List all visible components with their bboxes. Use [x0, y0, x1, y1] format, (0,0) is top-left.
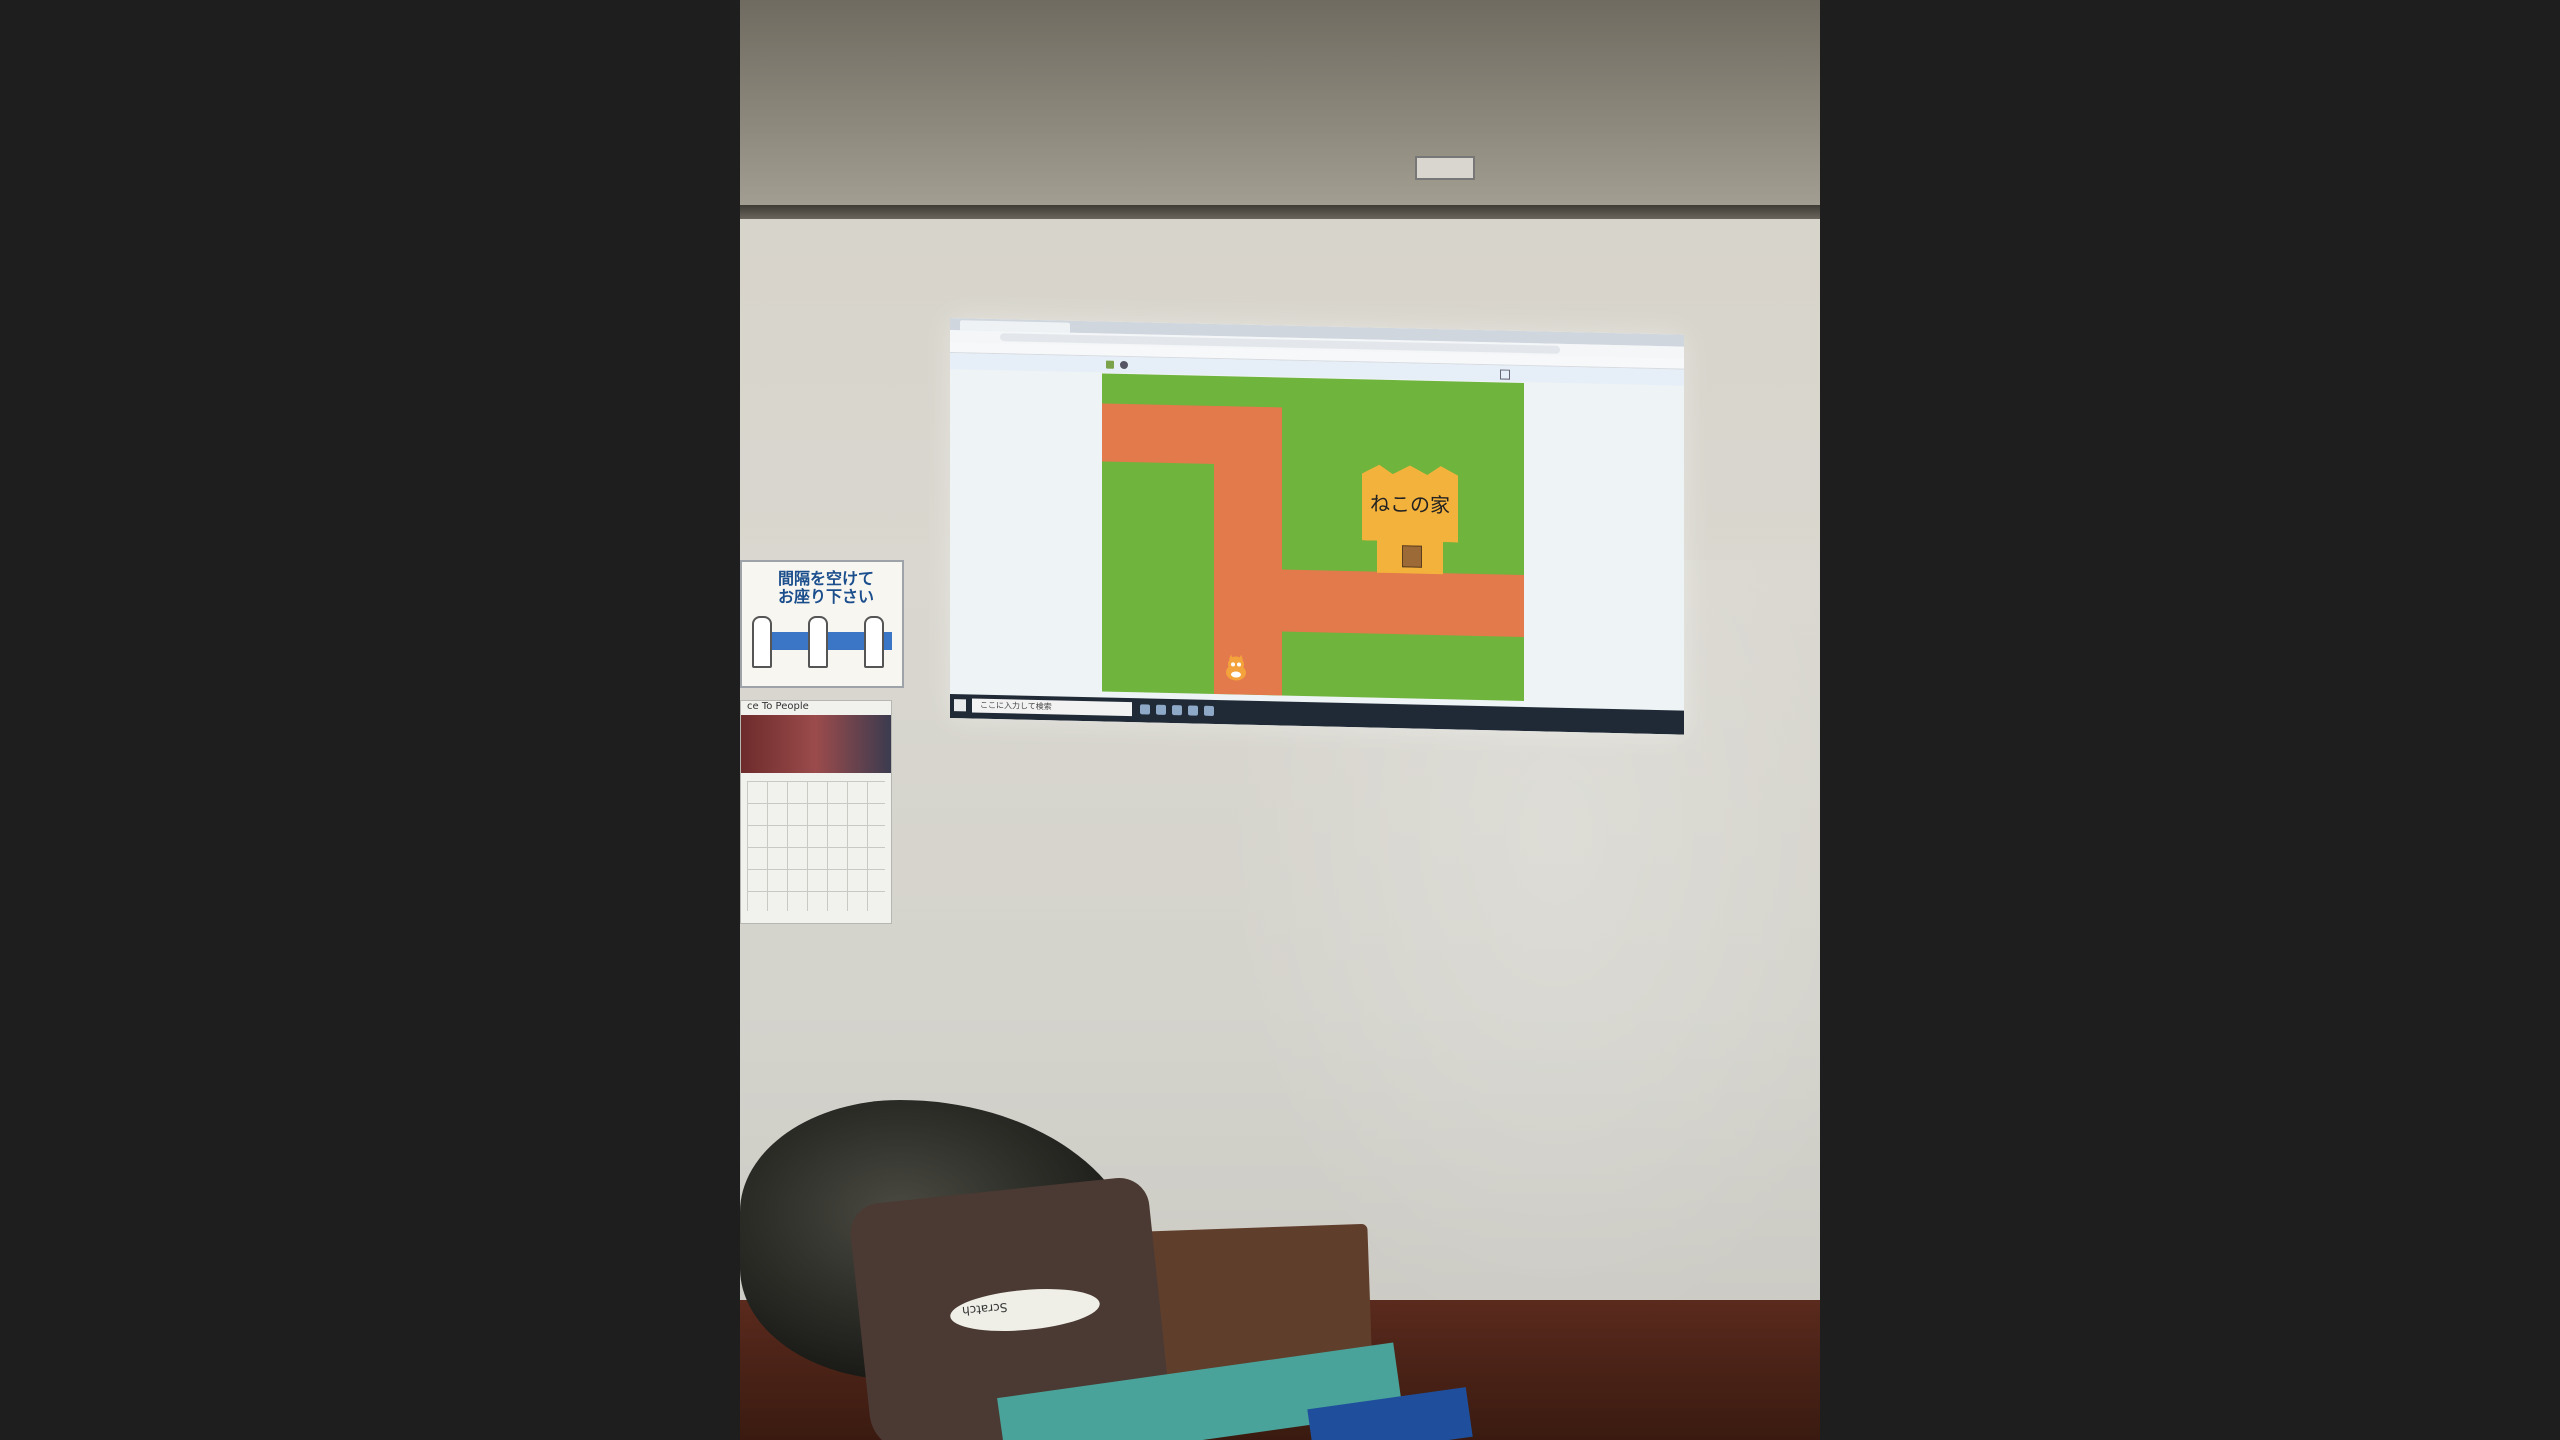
start-icon[interactable] — [954, 699, 966, 712]
taskbar-app-icon[interactable] — [1204, 705, 1214, 716]
stop-icon[interactable] — [1120, 360, 1128, 370]
calendar-grid — [747, 781, 885, 911]
poster-person — [864, 616, 884, 668]
taskbar-app-icon[interactable] — [1156, 704, 1166, 715]
taskbar-search-text: ここに入力して検索 — [980, 700, 1052, 712]
cat-house-door — [1402, 545, 1422, 568]
ceiling-vent — [1415, 156, 1475, 180]
path-vertical — [1214, 405, 1282, 696]
poster-line-2: お座り下さい — [777, 587, 874, 606]
fullscreen-icon[interactable] — [1500, 369, 1510, 380]
game-stage: ねこの家 — [1102, 373, 1524, 702]
poster-person — [808, 616, 828, 668]
ceiling — [740, 0, 1820, 210]
distancing-poster: 間隔を空けて お座り下さい — [740, 560, 904, 688]
poster-text: 間隔を空けて お座り下さい — [766, 570, 886, 606]
wall-calendar: ce To People — [740, 700, 892, 924]
taskbar-app-icon[interactable] — [1140, 704, 1150, 715]
calendar-header: ce To People — [747, 701, 809, 712]
poster-line-1: 間隔を空けて — [777, 569, 874, 588]
poster-person — [752, 616, 772, 668]
projected-screen: ねこの家 ここに入力して検索 — [950, 318, 1684, 735]
game-label: ねこの家 — [1370, 491, 1450, 518]
cat-sprite-icon[interactable] — [1222, 654, 1250, 683]
video-frame: ねこの家 ここに入力して検索 間隔を空けて お座り下さい ce To Peopl… — [0, 0, 2560, 1440]
taskbar-app-icon[interactable] — [1172, 705, 1182, 716]
calendar-photo — [741, 715, 891, 773]
classroom-photo: ねこの家 ここに入力して検索 間隔を空けて お座り下さい ce To Peopl… — [740, 0, 1820, 1440]
path-horizontal — [1214, 567, 1524, 638]
flag-icon[interactable] — [1106, 360, 1114, 369]
picture-rail — [740, 205, 1820, 219]
taskbar-app-icon[interactable] — [1188, 705, 1198, 716]
